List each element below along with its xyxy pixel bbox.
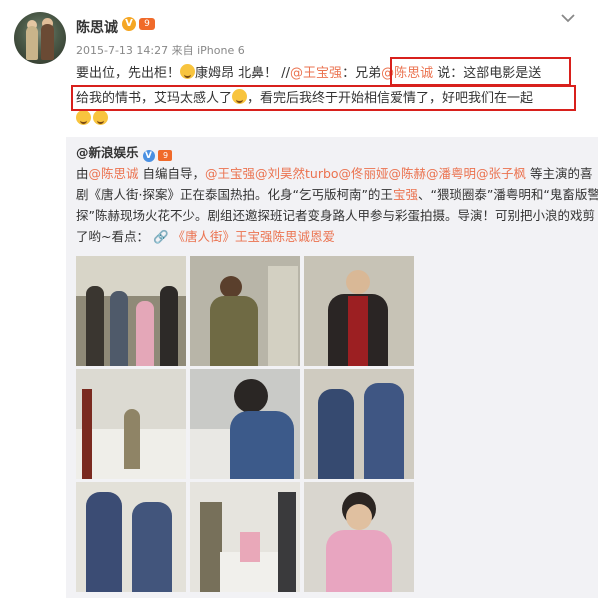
smile-emoji-icon: [180, 64, 196, 79]
photo-thumbnail[interactable]: [76, 369, 186, 479]
photo-thumbnail[interactable]: [190, 256, 300, 366]
photo-thumbnail[interactable]: [304, 369, 414, 479]
avatar[interactable]: [14, 12, 66, 64]
mention-link[interactable]: @王宝强: [290, 66, 342, 81]
laugh-emoji-icon: [93, 110, 108, 125]
post-meta: 2015-7-13 14:27 来自 iPhone 6: [76, 44, 245, 57]
laugh-emoji-icon: [76, 110, 91, 125]
photo-thumbnail[interactable]: [304, 256, 414, 366]
photo-thumbnail[interactable]: [76, 482, 186, 592]
repost-username[interactable]: @新浪娱乐: [76, 145, 139, 160]
mention-link[interactable]: @陈思诚: [89, 166, 139, 181]
highlight-box: [71, 85, 576, 111]
weibo-post: 陈思诚 V 9 2015-7-13 14:27 来自 iPhone 6 要出位，…: [0, 0, 598, 598]
highlight-box: [390, 57, 571, 86]
keyword-link[interactable]: 宝强: [393, 187, 418, 202]
level-icon: 9: [158, 150, 173, 161]
photo-thumbnail[interactable]: [190, 482, 300, 592]
repost-text-line-3: 探”陈赫现场火花不少。剧组还邀探班记者变身路人甲参与彩蛋拍摄。导演！可别把小浪的…: [76, 208, 595, 223]
link-icon: 🔗: [152, 229, 169, 244]
photo-thumbnail[interactable]: [190, 369, 300, 479]
vip-icon: V: [122, 17, 136, 31]
vip-icon: V: [142, 150, 155, 162]
mention-link[interactable]: @王宝强@刘昊然turbo@佟丽娅@陈赫@潘粤明@张子枫: [205, 166, 526, 181]
photo-thumbnail[interactable]: [304, 482, 414, 592]
repost-text-line-1: 由@陈思诚 自编自导，@王宝强@刘昊然turbo@佟丽娅@陈赫@潘粤明@张子枫 …: [76, 166, 593, 181]
repost-text-line-2: 剧《唐人街·探案》正在泰国热拍。化身“乞丐版柯南”的王宝强、“猥琐圈泰”潘粤明和…: [76, 187, 598, 202]
level-icon: 9: [139, 18, 155, 30]
photo-thumbnail[interactable]: [76, 256, 186, 366]
post-username[interactable]: 陈思诚: [76, 17, 118, 37]
repost-header: @新浪娱乐 V 9: [76, 144, 173, 162]
repost-text-line-4: 了哟~看点： 🔗 《唐人街》王宝强陈思诚恩爱: [76, 229, 336, 244]
chevron-down-icon[interactable]: [560, 12, 576, 24]
video-link[interactable]: 《唐人街》王宝强陈思诚恩爱: [173, 229, 336, 244]
post-text-line-3: [76, 110, 108, 129]
